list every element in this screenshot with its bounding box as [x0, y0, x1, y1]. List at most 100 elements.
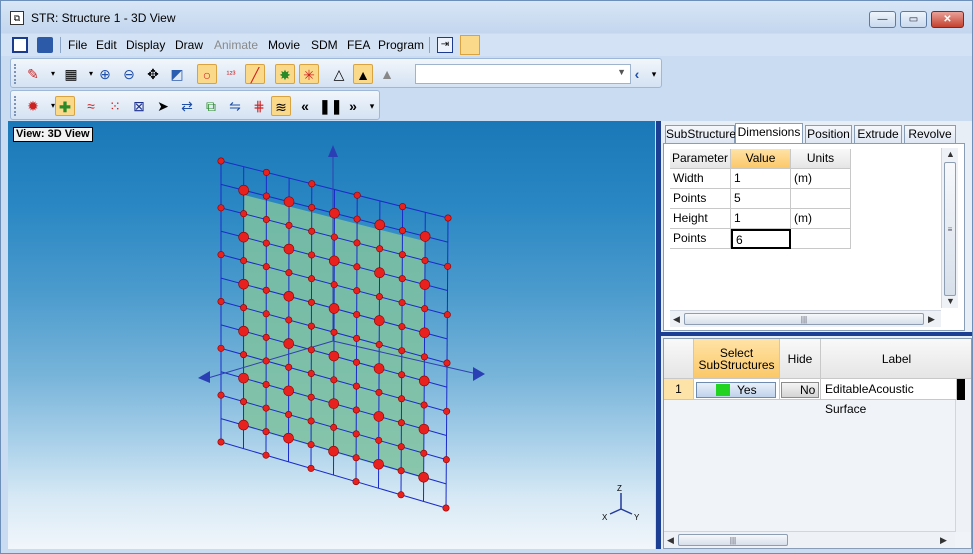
param-value[interactable]: 5 [731, 189, 791, 209]
rewind-icon[interactable]: « [295, 96, 315, 116]
chevron-down-icon[interactable]: ▾ [43, 64, 63, 84]
menu-file[interactable]: File [68, 38, 87, 52]
triangle-shaded-icon[interactable]: ▲ [377, 64, 397, 84]
align-icon[interactable]: ⋕ [249, 96, 269, 116]
column-header-label[interactable]: Label [821, 339, 971, 379]
menu-fea[interactable]: FEA [347, 38, 370, 52]
param-name: Height [670, 209, 731, 229]
select-points-icon[interactable]: ⁙ [105, 96, 125, 116]
grid-layout-icon[interactable]: ▦ [61, 64, 81, 84]
pause-icon[interactable]: ❚❚ [319, 96, 342, 116]
view-icon[interactable]: ◩ [167, 64, 187, 84]
zoom-in-icon[interactable]: ⊕ [95, 64, 115, 84]
pan-icon[interactable]: ✥ [143, 64, 163, 84]
triangle-fill-icon[interactable]: ▲ [353, 64, 373, 84]
copy-icon[interactable]: ⧉ [201, 96, 221, 116]
mesh-point [398, 299, 406, 307]
scroll-thumb[interactable]: ||| [684, 313, 924, 325]
tab-dimensions[interactable]: Dimensions [735, 123, 803, 145]
window-layout-icon[interactable] [460, 35, 480, 55]
point-icon[interactable]: ○ [197, 64, 217, 84]
select-yes-button[interactable]: Yes [696, 382, 776, 398]
mesh-point [330, 328, 338, 336]
column-header-hide[interactable]: Hide [780, 339, 821, 379]
structure-combobox[interactable]: ▼ [415, 64, 631, 84]
pencil-icon[interactable]: ✎ [23, 64, 43, 84]
export-icon[interactable]: ⇥ [437, 37, 453, 53]
column-header-parameter[interactable]: Parameter [670, 149, 731, 169]
triad-y [620, 508, 633, 515]
x-axis-arrow [198, 371, 210, 383]
link-icon[interactable]: ⇋ [225, 96, 245, 116]
param-value[interactable]: 1 [731, 209, 791, 229]
menu-program[interactable]: Program [378, 38, 424, 52]
deselect-icon[interactable]: ⊠ [129, 96, 149, 116]
mesh-point [374, 267, 385, 279]
structure-icon[interactable]: ✹ [23, 96, 43, 116]
scroll-right-icon[interactable]: ▶ [928, 314, 935, 325]
scroll-thumb[interactable]: ||| [678, 534, 788, 546]
mesh-point [444, 262, 452, 270]
menu-sdm[interactable]: SDM [311, 38, 338, 52]
mesh-point [330, 376, 338, 384]
window-title: STR: Structure 1 - 3D View [31, 11, 176, 25]
numbered-point-icon[interactable]: ¹²³ [221, 64, 241, 84]
scroll-thumb[interactable]: ≡ [944, 162, 956, 296]
scroll-up-icon[interactable]: ▲ [946, 149, 955, 159]
param-value[interactable]: 1 [731, 169, 791, 189]
column-header-select[interactable]: Select SubStructures [694, 339, 780, 379]
mesh-point [307, 346, 315, 354]
toolbar-overflow-icon[interactable]: ▾ [649, 64, 659, 84]
scroll-left-icon[interactable]: ◀ [673, 314, 680, 325]
substructure-label[interactable]: EditableAcoustic Surface [821, 379, 957, 416]
chart-icon[interactable]: ≋ [271, 96, 291, 116]
tab-substructure[interactable]: SubStructure [665, 125, 736, 144]
chevron-left-icon[interactable]: ‹ [627, 64, 647, 84]
fast-forward-icon[interactable]: » [343, 96, 363, 116]
tab-position[interactable]: Position [805, 125, 852, 144]
mesh-point [375, 388, 383, 396]
line-icon[interactable]: ╱ [245, 64, 265, 84]
menu-draw[interactable]: Draw [175, 38, 203, 52]
zoom-out-icon[interactable]: ⊖ [119, 64, 139, 84]
menu-edit[interactable]: Edit [96, 38, 117, 52]
swap-icon[interactable]: ⇄ [177, 96, 197, 116]
spring-icon[interactable]: ≈ [81, 96, 101, 116]
dimensions-horizontal-scrollbar[interactable]: ◀ ||| ▶ [670, 310, 941, 327]
triangle-icon[interactable]: △ [329, 64, 349, 84]
scroll-right-icon[interactable]: ▶ [940, 535, 947, 546]
maximize-button[interactable]: ▭ [900, 11, 927, 28]
mesh-point [217, 298, 225, 306]
hide-no-button[interactable]: No [781, 382, 819, 398]
toolbar-overflow-icon[interactable]: ▾ [367, 96, 377, 116]
menu-display[interactable]: Display [126, 38, 165, 52]
surface-icon[interactable]: ✸ [275, 64, 295, 84]
scroll-left-icon[interactable]: ◀ [667, 535, 674, 546]
tab-revolve[interactable]: Revolve [904, 125, 956, 144]
param-value-editor[interactable]: 6 [731, 229, 791, 249]
substructures-horizontal-scrollbar[interactable]: ◀ ||| ▶ [664, 531, 955, 548]
mesh-icon[interactable]: ✳ [299, 64, 319, 84]
substructures-vertical-scrollbar[interactable] [955, 400, 971, 532]
minimize-button[interactable]: — [869, 11, 896, 28]
menu-animate[interactable]: Animate [214, 38, 258, 52]
window-icon[interactable] [12, 37, 28, 53]
tab-extrude[interactable]: Extrude [854, 125, 902, 144]
column-header-value[interactable]: Value [731, 149, 791, 169]
mesh-point [238, 278, 249, 290]
add-icon[interactable]: ✚ [55, 96, 75, 116]
menu-movie[interactable]: Movie [268, 38, 300, 52]
3d-viewport[interactable]: Z X Y View: 3D View [8, 121, 655, 549]
column-header-units[interactable]: Units [791, 149, 851, 169]
save-icon[interactable] [37, 37, 53, 53]
dimensions-vertical-scrollbar[interactable]: ▲ ≡ ▼ [941, 148, 958, 308]
horizontal-splitter[interactable] [661, 332, 972, 336]
scroll-down-icon[interactable]: ▼ [946, 296, 955, 306]
close-button[interactable]: ✕ [931, 11, 964, 28]
3d-scene[interactable]: Z X Y [8, 121, 655, 549]
mesh-point [262, 239, 270, 247]
pointer-icon[interactable]: ➤ [153, 96, 173, 116]
row-index[interactable]: 1 [664, 379, 694, 400]
mesh-point [329, 207, 340, 219]
corner-header[interactable] [664, 339, 694, 379]
